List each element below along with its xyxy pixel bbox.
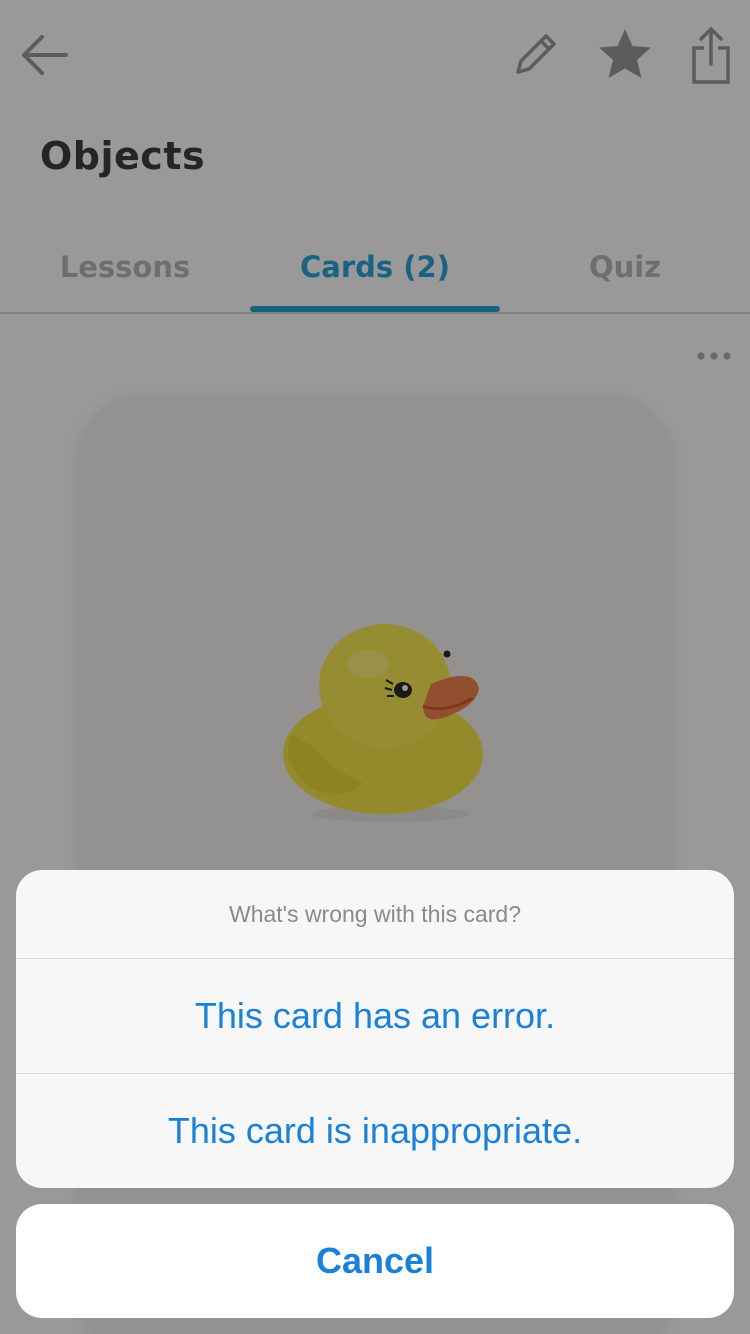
cancel-button[interactable]: Cancel	[16, 1204, 734, 1318]
report-inappropriate-button[interactable]: This card is inappropriate.	[16, 1074, 734, 1188]
report-error-button[interactable]: This card has an error.	[16, 959, 734, 1073]
action-sheet-title: What's wrong with this card?	[228, 900, 521, 927]
action-sheet: What's wrong with this card? This card h…	[16, 870, 734, 1188]
